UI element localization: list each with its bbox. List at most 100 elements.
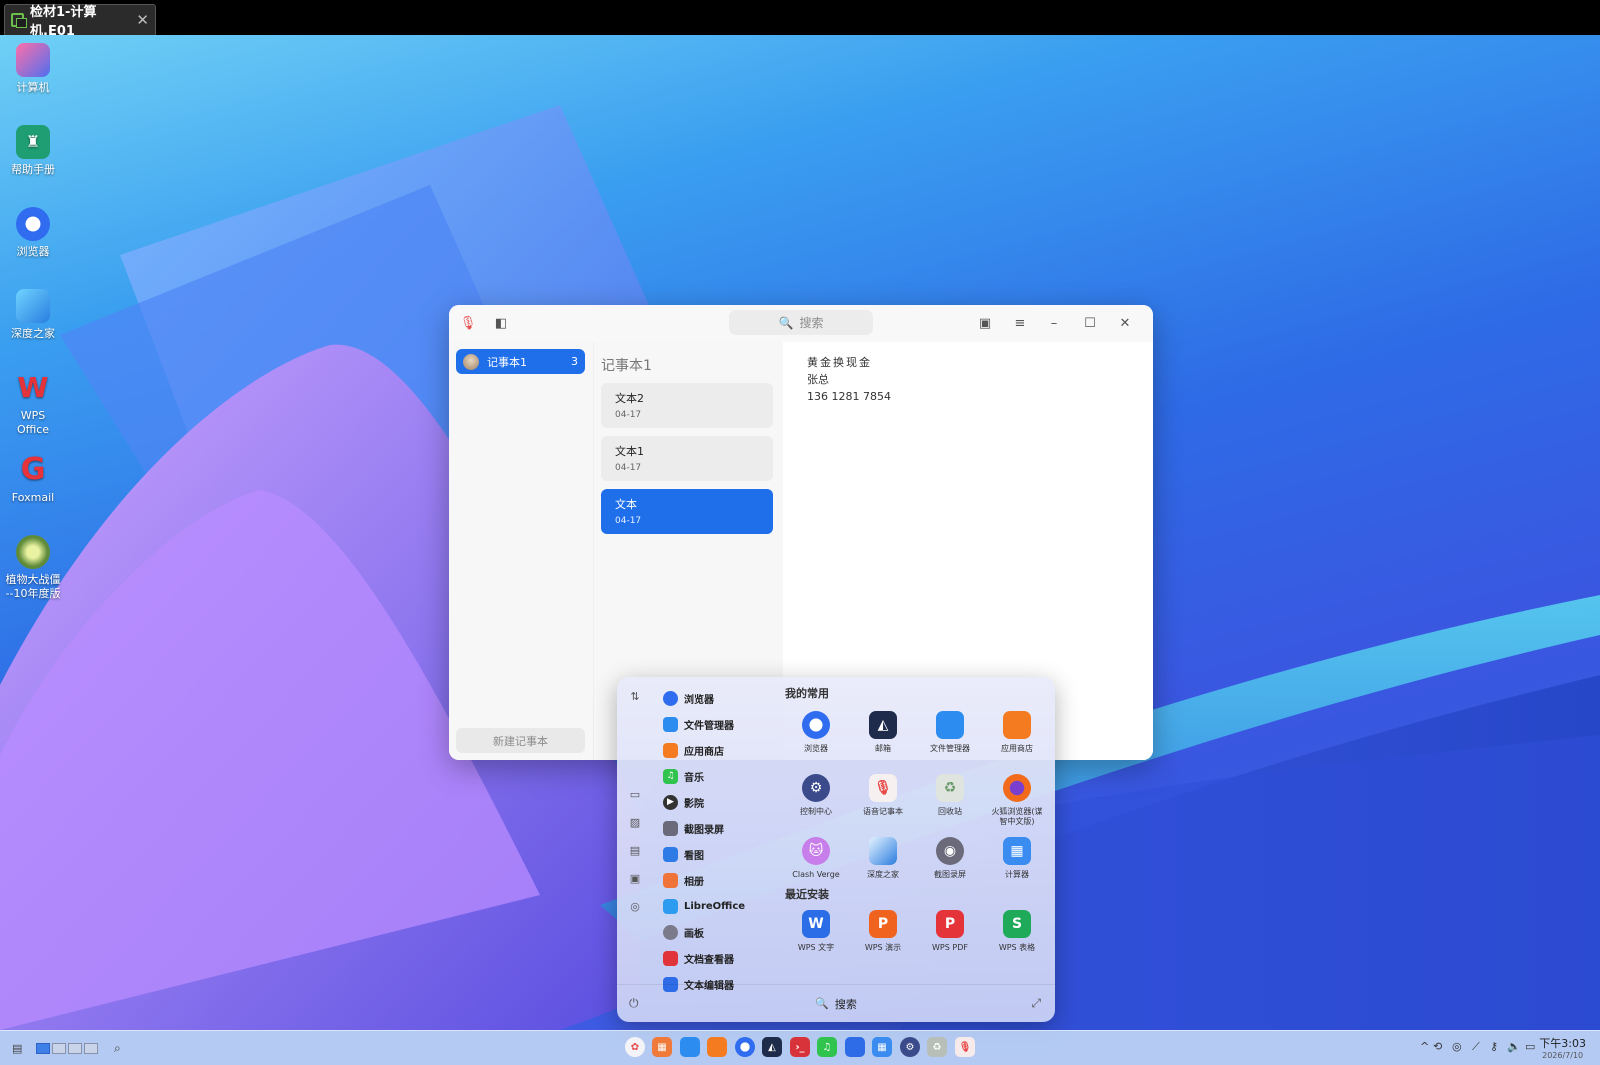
launcher-app-store[interactable]: 应用商店 bbox=[663, 739, 724, 761]
desktop-icon-browser[interactable]: 浏览器 bbox=[4, 207, 62, 259]
control-center-icon: ⚙ bbox=[802, 774, 830, 802]
launcher-search-button[interactable]: 🔍 搜索 bbox=[617, 984, 1055, 1022]
music-icon[interactable]: ♫ bbox=[817, 1037, 837, 1057]
note-item[interactable]: 文本2 04-17 bbox=[601, 383, 773, 428]
fav-firefox[interactable]: 火狐浏览器(谋 智中文版) bbox=[984, 774, 1050, 827]
wps-writer-icon: W bbox=[802, 910, 830, 938]
search-placeholder: 搜索 bbox=[799, 316, 824, 330]
workspace-2[interactable] bbox=[52, 1042, 66, 1054]
launcher-app-file-manager[interactable]: 文件管理器 bbox=[663, 713, 734, 735]
fav-deepin-home[interactable]: 深度之家 bbox=[850, 837, 916, 880]
calculator-icon[interactable]: ▦ bbox=[872, 1037, 892, 1057]
power-icon[interactable]: ⏻ bbox=[629, 996, 639, 1011]
recent-wps-writer[interactable]: W WPS 文字 bbox=[783, 910, 849, 953]
note-item[interactable]: 文本1 04-17 bbox=[601, 436, 773, 481]
launcher-app-music[interactable]: ♫ 音乐 bbox=[663, 765, 704, 787]
vm-tab[interactable]: 检材1-计算机.E01 ✕ bbox=[4, 4, 156, 39]
category-settings-icon[interactable]: ◎ bbox=[628, 899, 642, 913]
tray-wireless-off-icon[interactable]: ⟋ bbox=[1472, 1040, 1480, 1054]
fav-calculator[interactable]: ▦ 计算器 bbox=[984, 837, 1050, 880]
app-label: 应用商店 bbox=[684, 746, 724, 758]
launcher-app-album[interactable]: 相册 bbox=[663, 869, 704, 891]
app-label: WPS PDF bbox=[932, 943, 968, 952]
voice-notes-icon[interactable]: 🎙 bbox=[955, 1037, 975, 1057]
close-icon[interactable]: ✕ bbox=[136, 11, 149, 29]
new-notebook-button[interactable]: 新建记事本 bbox=[456, 728, 585, 753]
file-manager-icon[interactable] bbox=[680, 1037, 700, 1057]
workspace-1[interactable] bbox=[36, 1042, 50, 1054]
tray-eye-icon[interactable]: ◎ bbox=[1452, 1040, 1462, 1053]
menu-icon[interactable]: ≡ bbox=[1011, 314, 1029, 332]
trash-icon[interactable]: ♻ bbox=[927, 1037, 947, 1057]
desktop-icon-computer[interactable]: 计算机 bbox=[4, 43, 62, 95]
desktop-icon-label-line2: --10年度版 bbox=[5, 587, 61, 600]
browser-icon[interactable] bbox=[735, 1037, 755, 1057]
clock[interactable]: 下午3:03 2026/7/10 bbox=[1539, 1035, 1586, 1060]
desktop-icon-help-manual[interactable]: ♜ 帮助手册 bbox=[4, 125, 62, 177]
tray-key-icon[interactable]: ⚷ bbox=[1490, 1040, 1498, 1053]
workspace-switcher[interactable] bbox=[36, 1040, 100, 1056]
minimize-icon[interactable]: – bbox=[1045, 314, 1063, 332]
fav-mail[interactable]: ◭ 邮箱 bbox=[850, 711, 916, 754]
launcher-app-screenshot[interactable]: 截图录屏 bbox=[663, 817, 724, 839]
app-label: 浏览器 bbox=[804, 744, 828, 753]
app-label: 相册 bbox=[684, 876, 704, 888]
document-icon[interactable] bbox=[845, 1037, 865, 1057]
foxmail-icon: G bbox=[20, 452, 46, 487]
fav-app-store[interactable]: 应用商店 bbox=[984, 711, 1050, 754]
app-label: 回收站 bbox=[938, 807, 962, 816]
fav-screenshot[interactable]: ◉ 截图录屏 bbox=[917, 837, 983, 880]
note-item-selected[interactable]: 文本 04-17 bbox=[601, 489, 773, 534]
app-store-icon[interactable] bbox=[707, 1037, 727, 1057]
fav-browser[interactable]: 浏览器 bbox=[783, 711, 849, 754]
sort-icon[interactable]: ⇅ bbox=[628, 689, 642, 703]
category-image-icon[interactable]: ▨ bbox=[628, 815, 642, 829]
fav-file-manager[interactable]: 文件管理器 bbox=[917, 711, 983, 754]
multitask-icon[interactable]: ▦ bbox=[652, 1037, 672, 1057]
search-icon[interactable]: ⌕ bbox=[114, 1040, 121, 1056]
search-input[interactable]: 🔍 搜索 bbox=[729, 310, 873, 335]
notebook-item[interactable]: 记事本1 3 bbox=[456, 349, 585, 374]
category-document-icon[interactable]: ▤ bbox=[628, 843, 642, 857]
desktop-icon-wps-office[interactable]: W WPS Office bbox=[4, 371, 62, 437]
desktop-icon-foxmail[interactable]: G Foxmail bbox=[4, 453, 62, 505]
launcher-app-browser[interactable]: 浏览器 bbox=[663, 687, 714, 709]
control-center-icon[interactable]: ⚙ bbox=[900, 1037, 920, 1057]
fav-control-center[interactable]: ⚙ 控制中心 bbox=[783, 774, 849, 817]
desktop-icon-label: Foxmail bbox=[11, 491, 55, 504]
mail-icon[interactable]: ◭ bbox=[762, 1037, 782, 1057]
fav-trash[interactable]: ♻ 回收站 bbox=[917, 774, 983, 817]
terminal-icon[interactable]: ›_ bbox=[790, 1037, 810, 1057]
tray-expand-icon[interactable]: ^ bbox=[1420, 1040, 1429, 1053]
workspace-4[interactable] bbox=[84, 1042, 98, 1054]
recent-wps-presentation[interactable]: P WPS 演示 bbox=[850, 910, 916, 953]
launcher-app-libreoffice[interactable]: LibreOffice bbox=[663, 895, 745, 917]
launcher-app-draw[interactable]: 画板 bbox=[663, 921, 704, 943]
recent-wps-spreadsheet[interactable]: S WPS 表格 bbox=[984, 910, 1050, 953]
music-icon: ♫ bbox=[663, 768, 678, 784]
app-label: 浏览器 bbox=[684, 694, 714, 706]
workspace-3[interactable] bbox=[68, 1042, 82, 1054]
launcher-app-image-viewer[interactable]: 看图 bbox=[663, 843, 704, 865]
fullscreen-toggle-icon[interactable]: ⤢ bbox=[1031, 996, 1041, 1011]
app-label: 影院 bbox=[684, 798, 704, 810]
launcher-icon[interactable]: ✿ bbox=[625, 1037, 645, 1057]
launcher-app-document-viewer[interactable]: 文档查看器 bbox=[663, 947, 734, 969]
desktop-icon-deepin-home[interactable]: 深度之家 bbox=[4, 289, 62, 341]
fav-clash-verge[interactable]: 🐱 Clash Verge bbox=[783, 837, 849, 880]
recent-wps-pdf[interactable]: P WPS PDF bbox=[917, 910, 983, 953]
image-insert-icon[interactable]: ▣ bbox=[976, 314, 994, 332]
notification-icon[interactable]: ▤ bbox=[12, 1040, 22, 1056]
app-label: 看图 bbox=[684, 850, 704, 862]
launcher-app-movie[interactable]: ▶ 影院 bbox=[663, 791, 704, 813]
network-icon[interactable]: ▭ bbox=[1525, 1040, 1535, 1053]
fav-voice-notes[interactable]: 🎙 语音记事本 bbox=[850, 774, 916, 817]
desktop-icon-plants-vs-zombies[interactable]: 植物大战僵 --10年度版 bbox=[4, 535, 62, 601]
close-icon[interactable]: ✕ bbox=[1116, 314, 1134, 332]
category-computer-icon[interactable]: ▭ bbox=[628, 787, 642, 801]
volume-icon[interactable]: 🔈 bbox=[1507, 1040, 1521, 1053]
category-picture-icon[interactable]: ▣ bbox=[628, 871, 642, 885]
sidebar-toggle-icon[interactable]: ◧ bbox=[492, 314, 510, 332]
tray-sync-icon[interactable]: ⟲ bbox=[1433, 1040, 1442, 1053]
maximize-icon[interactable]: ☐ bbox=[1081, 314, 1099, 332]
